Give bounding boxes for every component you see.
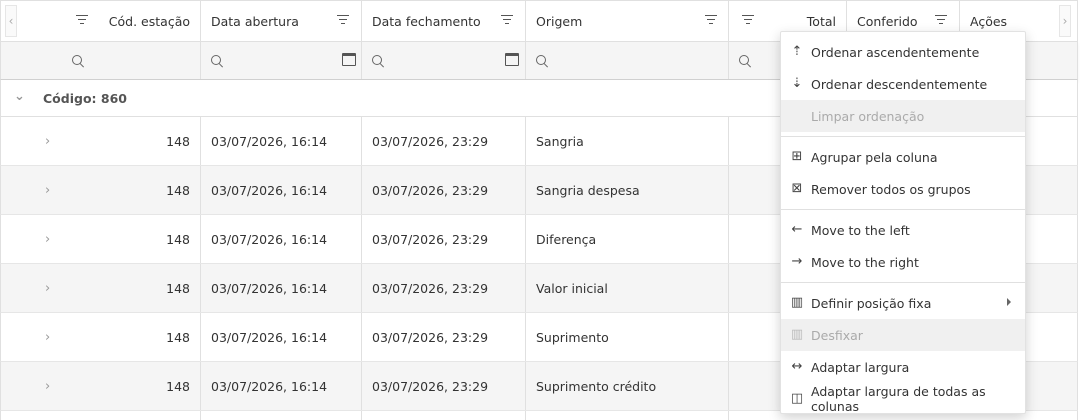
- cell-data-abertura: [201, 411, 362, 420]
- header-origem[interactable]: Origem: [526, 1, 729, 41]
- cell-total: [729, 117, 781, 165]
- cell-cod-estacao: 148: [1, 166, 201, 214]
- cell-cod-estacao: 148: [1, 117, 201, 165]
- cell-data-abertura: 03/07/2026, 16:14: [201, 362, 362, 410]
- menu-separator: [781, 209, 1025, 210]
- menu-item-label: Definir posição fixa: [811, 295, 932, 311]
- cell-data-abertura: 03/07/2026, 16:14: [201, 264, 362, 312]
- calendar-icon[interactable]: [505, 53, 519, 66]
- menu-item-fit-width[interactable]: ↔ Adaptar largura: [781, 351, 1025, 383]
- sort-descending-icon: ⇣: [791, 76, 803, 91]
- cell-cod-estacao: 148: [1, 362, 201, 410]
- cell-cod-estacao: 148: [1, 215, 201, 263]
- chevron-down-icon[interactable]: ⌄: [14, 89, 25, 104]
- cell-cod-estacao: [1, 411, 201, 420]
- filter-icon[interactable]: [742, 15, 754, 25]
- cell-total: [729, 264, 781, 312]
- unpin-column-icon: ▥: [790, 327, 804, 342]
- cell-origem: Suprimento: [526, 313, 729, 361]
- cell-data-fechamento: 03/07/2026, 23:29: [362, 166, 526, 214]
- cell-total: [729, 166, 781, 214]
- menu-item-set-fixed-position[interactable]: ▥ Definir posição fixa: [781, 287, 1025, 319]
- filter-cell-cod-estacao[interactable]: [1, 42, 201, 79]
- cell-data-fechamento: [362, 411, 526, 420]
- header-data-abertura[interactable]: Data abertura: [201, 1, 362, 41]
- menu-item-move-left[interactable]: ← Move to the left: [781, 214, 1025, 246]
- cell-data-fechamento: 03/07/2026, 23:29: [362, 313, 526, 361]
- filter-icon[interactable]: [705, 15, 717, 25]
- column-context-menu: ⇡ Ordenar ascendentemente ⇣ Ordenar desc…: [780, 31, 1026, 414]
- cell-origem: Diferença: [526, 215, 729, 263]
- menu-item-sort-descending[interactable]: ⇣ Ordenar descendentemente: [781, 68, 1025, 100]
- menu-separator: [781, 136, 1025, 137]
- menu-item-label: Limpar ordenação: [811, 108, 925, 124]
- calendar-icon[interactable]: [342, 53, 356, 66]
- menu-item-label: Agrupar pela coluna: [811, 149, 938, 165]
- cell-origem: Sangria despesa: [526, 166, 729, 214]
- menu-item-label: Adaptar largura: [811, 359, 910, 375]
- filter-cell-data-fechamento[interactable]: [362, 42, 526, 79]
- filter-cell-data-abertura[interactable]: [201, 42, 362, 79]
- scroll-right-button[interactable]: ›: [1059, 5, 1071, 37]
- menu-item-label: Move to the left: [811, 222, 910, 238]
- menu-item-label: Move to the right: [811, 254, 919, 270]
- search-icon: [739, 55, 752, 68]
- cell-total: [729, 362, 781, 410]
- filter-icon[interactable]: [76, 15, 88, 25]
- filter-icon[interactable]: [337, 15, 349, 25]
- cell-data-fechamento: 03/07/2026, 23:29: [362, 264, 526, 312]
- menu-item-remove-all-groups[interactable]: ⊠ Remover todos os grupos: [781, 173, 1025, 205]
- filter-icon[interactable]: [501, 15, 513, 25]
- header-cod-estacao[interactable]: Cód. estação: [1, 1, 201, 41]
- menu-item-sort-ascending[interactable]: ⇡ Ordenar ascendentemente: [781, 36, 1025, 68]
- cell-cod-estacao: 148: [1, 313, 201, 361]
- columns-icon: ◫: [790, 391, 804, 406]
- menu-item-group-by-column[interactable]: ⊞ Agrupar pela coluna: [781, 141, 1025, 173]
- filter-cell-origem[interactable]: [526, 42, 729, 79]
- header-data-fechamento[interactable]: Data fechamento: [362, 1, 526, 41]
- cell-data-abertura: 03/07/2026, 16:14: [201, 166, 362, 214]
- cell-data-fechamento: 03/07/2026, 23:29: [362, 362, 526, 410]
- sort-ascending-icon: ⇡: [791, 44, 803, 59]
- header-label: Cód. estação: [108, 13, 190, 29]
- search-icon: [536, 55, 549, 68]
- cell-origem: Valor inicial: [526, 264, 729, 312]
- menu-item-unfix: ▥ Desfixar: [781, 319, 1025, 351]
- arrow-left-icon: ←: [791, 222, 803, 237]
- submenu-arrow-icon: [1007, 298, 1011, 306]
- cell-origem: Sangria: [526, 117, 729, 165]
- cell-cod-estacao: 148: [1, 264, 201, 312]
- cell-origem: Suprimento crédito: [526, 362, 729, 410]
- cell-origem: [526, 411, 729, 420]
- cell-data-abertura: 03/07/2026, 16:14: [201, 313, 362, 361]
- menu-item-label: Ordenar ascendentemente: [811, 44, 980, 60]
- cell-data-fechamento: 03/07/2026, 23:29: [362, 117, 526, 165]
- group-add-icon: ⊞: [791, 149, 803, 164]
- filter-icon[interactable]: [935, 15, 947, 25]
- menu-item-move-right[interactable]: → Move to the right: [781, 246, 1025, 278]
- menu-item-label: Remover todos os grupos: [811, 181, 971, 197]
- menu-item-label: Adaptar largura de todas as colunas: [811, 384, 986, 414]
- cell-data-fechamento: 03/07/2026, 23:29: [362, 215, 526, 263]
- group-remove-icon: ⊠: [791, 181, 803, 196]
- arrow-right-icon: →: [791, 254, 803, 269]
- cell-total: [729, 313, 781, 361]
- menu-item-fit-all-columns[interactable]: ◫ Adaptar largura de todas as colunas: [781, 383, 1025, 415]
- cell-total: [729, 215, 781, 263]
- menu-separator: [781, 282, 1025, 283]
- header-label: Origem: [536, 13, 583, 29]
- group-label: Código: 860: [43, 91, 127, 106]
- menu-item-clear-sort: Limpar ordenação: [781, 100, 1025, 132]
- pin-column-icon: ▥: [790, 295, 804, 310]
- search-icon: [72, 55, 85, 68]
- menu-item-label: Ordenar descendentemente: [811, 76, 988, 92]
- cell-data-abertura: 03/07/2026, 16:14: [201, 215, 362, 263]
- resize-horizontal-icon: ↔: [791, 359, 803, 374]
- cell-data-abertura: 03/07/2026, 16:14: [201, 117, 362, 165]
- menu-item-label: Desfixar: [811, 327, 863, 343]
- search-icon: [211, 55, 224, 68]
- search-icon: [372, 55, 385, 68]
